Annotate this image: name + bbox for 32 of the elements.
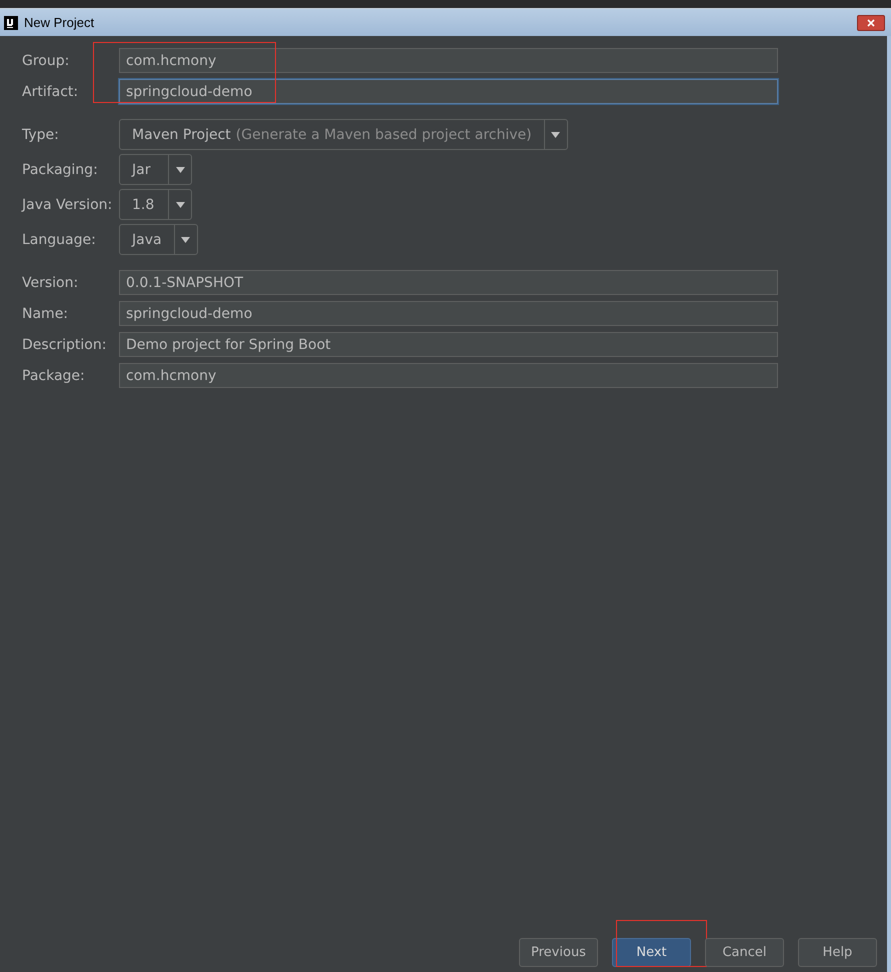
dropdown[interactable]: Maven Project (Generate a Maven based project archive)	[119, 119, 568, 150]
dropdown[interactable]: 1.8	[119, 189, 192, 220]
field-label: Group:	[22, 52, 70, 68]
field-label: Language:	[22, 232, 97, 248]
dialog-button[interactable]: Next	[612, 938, 691, 967]
window-title: New Project	[24, 15, 94, 30]
field-label: Type:	[22, 126, 60, 142]
app-logo-icon	[4, 16, 18, 30]
text-field[interactable]: Demo project for Spring Boot	[119, 332, 778, 357]
close-icon	[867, 18, 875, 26]
dropdown[interactable]: Jar	[119, 154, 192, 185]
field-label: Java Version:	[22, 196, 114, 212]
dropdown[interactable]: Java	[119, 224, 198, 255]
caret-icon	[181, 236, 190, 242]
dialog-button[interactable]: Previous	[519, 938, 598, 967]
caret-icon	[176, 202, 184, 208]
field-label: Description:	[22, 336, 108, 352]
text-field[interactable]: springcloud-demo	[119, 301, 778, 326]
caret-icon	[176, 166, 184, 172]
field-label: Name:	[22, 306, 70, 322]
text-field[interactable]: com.hcmony	[119, 363, 778, 388]
text-field[interactable]: com.hcmony	[119, 48, 778, 73]
field-label: Package:	[22, 368, 86, 384]
field-label: Artifact:	[22, 84, 80, 100]
field-label: Version:	[22, 274, 80, 290]
field-label: Packaging:	[22, 162, 99, 178]
dialog-button[interactable]: Cancel	[705, 938, 784, 967]
close-button[interactable]	[857, 14, 885, 30]
text-field[interactable]: 0.0.1-SNAPSHOT	[119, 270, 778, 295]
caret-icon	[551, 132, 560, 138]
text-field[interactable]: springcloud-demo	[119, 79, 778, 104]
dialog-button[interactable]: Help	[798, 938, 877, 967]
